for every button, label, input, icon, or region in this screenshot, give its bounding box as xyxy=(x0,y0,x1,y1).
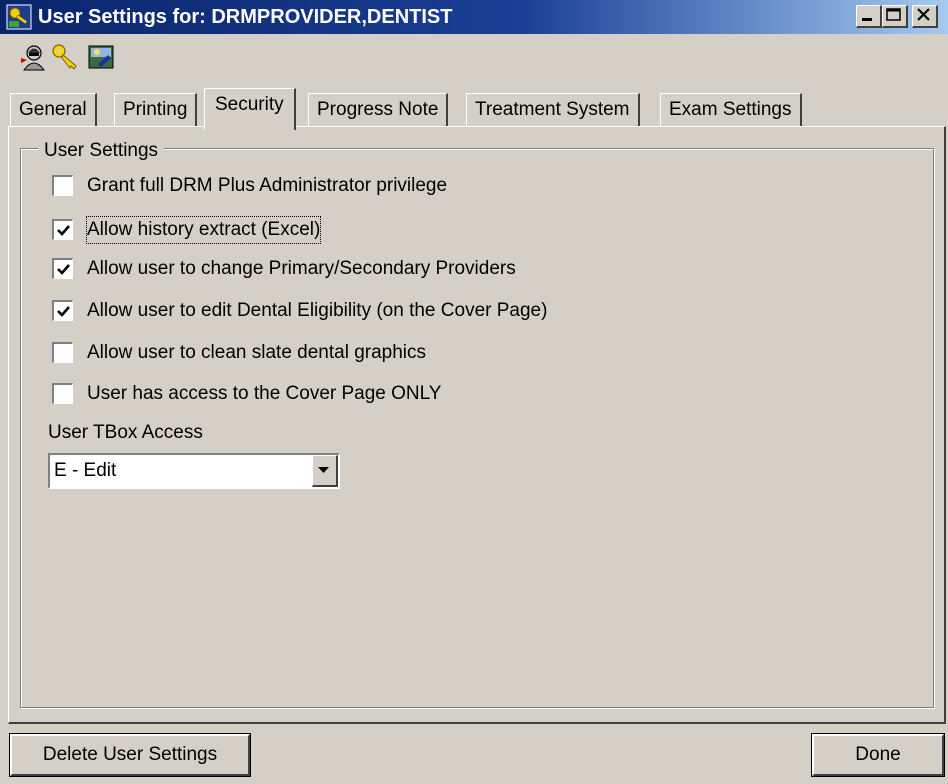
select-value: E - Edit xyxy=(54,460,117,481)
delete-user-settings-button[interactable]: Delete User Settings xyxy=(9,733,251,777)
checkbox-label: Allow user to edit Dental Eligibility (o… xyxy=(87,300,548,321)
checkbox[interactable] xyxy=(52,300,73,321)
tab-label: Progress Note xyxy=(317,99,439,120)
checkmark-icon xyxy=(57,225,70,236)
title-bar[interactable]: User Settings for: DRMPROVIDER,DENTIST xyxy=(0,0,948,34)
minimize-icon xyxy=(862,18,872,21)
app-key-icon xyxy=(6,4,32,30)
close-button[interactable] xyxy=(912,5,938,28)
key-icon[interactable] xyxy=(50,42,80,72)
tab-printing[interactable]: Printing xyxy=(114,93,198,127)
checkbox[interactable] xyxy=(52,219,73,240)
checkbox-label: Allow user to change Primary/Secondary P… xyxy=(87,258,516,279)
checkbox-label: User has access to the Cover Page ONLY xyxy=(87,383,442,404)
close-icon xyxy=(917,8,930,21)
window-title: User Settings for: DRMPROVIDER,DENTIST xyxy=(38,6,453,28)
checkbox[interactable] xyxy=(52,383,73,404)
maximize-button[interactable] xyxy=(882,5,908,28)
minimize-button[interactable] xyxy=(856,5,882,28)
maximize-icon xyxy=(886,8,901,21)
tab-security[interactable]: Security xyxy=(204,88,296,130)
button-label: Done xyxy=(855,744,901,765)
checkbox[interactable] xyxy=(52,342,73,363)
tab-label: Exam Settings xyxy=(669,99,792,120)
tab-treatment-system[interactable]: Treatment System xyxy=(466,93,640,127)
tab-label: Treatment System xyxy=(475,99,630,120)
tab-label: Printing xyxy=(123,99,188,120)
tab-label: Security xyxy=(215,94,284,115)
tab-exam-settings[interactable]: Exam Settings xyxy=(660,93,802,127)
checkbox[interactable] xyxy=(52,175,73,196)
user-icon[interactable] xyxy=(18,42,48,72)
dropdown-button[interactable] xyxy=(312,455,338,487)
tab-progress-note[interactable]: Progress Note xyxy=(308,93,449,127)
image-icon[interactable] xyxy=(86,42,116,72)
tab-general[interactable]: General xyxy=(10,93,97,127)
button-label: Delete User Settings xyxy=(42,744,218,765)
tab-label: General xyxy=(19,99,87,120)
checkmark-icon xyxy=(57,264,70,275)
checkbox[interactable] xyxy=(52,258,73,279)
tbox-access-label: User TBox Access xyxy=(48,422,203,443)
toolbar xyxy=(0,34,948,84)
groupbox-title: User Settings xyxy=(38,140,165,162)
checkbox-label: Allow user to clean slate dental graphic… xyxy=(87,342,427,363)
tbox-access-select[interactable]: E - Edit xyxy=(48,453,340,489)
checkmark-icon xyxy=(57,306,70,317)
checkbox-label: Allow history extract (Excel) xyxy=(85,216,322,244)
chevron-down-icon xyxy=(318,467,329,473)
done-button[interactable]: Done xyxy=(811,733,945,777)
checkbox-label: Grant full DRM Plus Administrator privil… xyxy=(87,175,448,196)
